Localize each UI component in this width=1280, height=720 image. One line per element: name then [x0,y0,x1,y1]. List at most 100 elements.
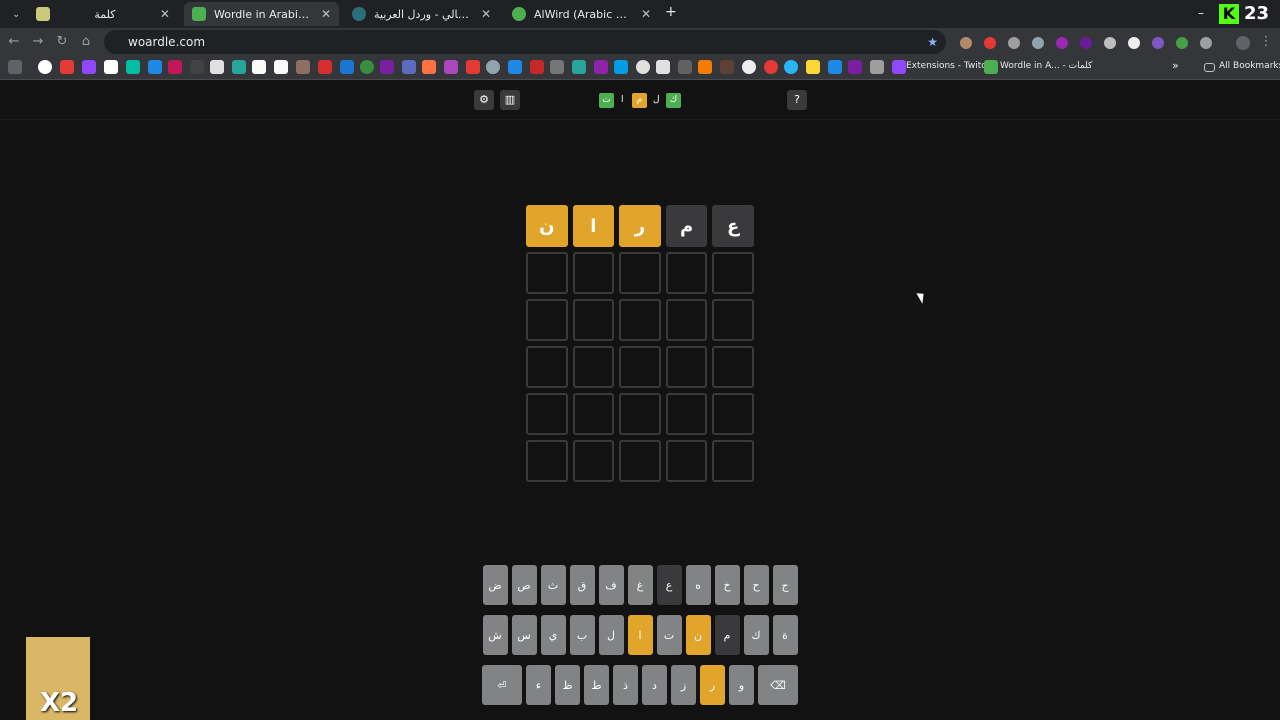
key-button[interactable]: ء [526,665,551,705]
key-button[interactable]: ق [569,565,595,605]
bookmark-icon[interactable] [380,60,394,74]
bookmark-icon[interactable] [742,60,756,74]
key-button[interactable]: ي [540,615,566,655]
bookmark-icon[interactable] [698,60,712,74]
bookmark-icon[interactable] [572,60,586,74]
bookmark-icon[interactable] [168,60,182,74]
key-button[interactable]: س [511,615,537,655]
bookmark-icon[interactable] [486,60,500,74]
tab-search-button[interactable]: ⌄ [4,2,22,26]
bookmark-extensions-twitch[interactable]: Extensions - Twitch [906,61,992,71]
bookmark-icon[interactable] [530,60,544,74]
bookmark-icon[interactable] [870,60,884,74]
apps-grid-icon[interactable] [8,60,22,74]
key-button[interactable]: م [714,615,740,655]
key-button[interactable]: ح [743,565,769,605]
all-bookmarks-link[interactable]: All Bookmarks [1219,61,1280,71]
extension-icon[interactable] [1176,37,1188,49]
bookmark-icon[interactable] [126,60,140,74]
close-icon[interactable]: ✕ [321,7,331,21]
extension-icon[interactable] [960,37,972,49]
key-button[interactable]: ن [685,615,711,655]
close-icon[interactable]: ✕ [481,7,491,21]
key-button[interactable]: ز [671,665,696,705]
key-button[interactable]: ف [598,565,624,605]
extension-icon[interactable] [1056,37,1068,49]
minimize-button[interactable]: – [1198,6,1204,20]
bookmark-icon[interactable] [340,60,354,74]
bookmark-icon[interactable] [318,60,332,74]
bookmark-icon[interactable] [422,60,436,74]
key-button[interactable]: ج [772,565,798,605]
menu-kebab-icon[interactable]: ⋮ [1258,34,1274,50]
bookmark-icon[interactable] [508,60,522,74]
reload-icon[interactable]: ↻ [54,34,70,50]
bookmark-icon[interactable] [828,60,842,74]
bookmark-icon[interactable] [764,60,778,74]
key-button[interactable]: ذ [613,665,638,705]
key-button[interactable]: ط [584,665,609,705]
bookmark-icon[interactable] [402,60,416,74]
chevron-double-right-icon[interactable]: » [1172,59,1179,72]
extension-icon[interactable] [1128,37,1140,49]
bookmark-icon[interactable] [360,60,374,74]
bookmark-icon[interactable] [466,60,480,74]
bookmark-icon[interactable] [104,60,118,74]
bookmark-wordle-in-a[interactable]: Wordle in A... - كلمات [1000,61,1092,71]
bookmark-icon[interactable] [148,60,162,74]
key-button[interactable]: ص [511,565,537,605]
mute-icon[interactable] [1104,37,1116,49]
key-button[interactable]: خ [714,565,740,605]
tab-alwird[interactable]: AlWird (Arabic Wordle) - الورد ✕ [504,2,659,26]
key-button[interactable]: ل [598,615,624,655]
bookmark-icon[interactable] [656,60,670,74]
bookmark-icon[interactable] [636,60,650,74]
back-arrow-icon[interactable]: ← [6,34,22,50]
tab-kalima[interactable]: كلمة ✕ [28,2,178,26]
extension-icon[interactable] [1008,37,1020,49]
extension-icon[interactable] [1152,37,1164,49]
bookmark-icon[interactable] [252,60,266,74]
bookmark-icon[interactable] [444,60,458,74]
forward-arrow-icon[interactable]: → [30,34,46,50]
bookmark-icon[interactable] [720,60,734,74]
key-button[interactable]: د [642,665,667,705]
home-icon[interactable]: ⌂ [78,34,94,50]
bookmark-icon[interactable] [82,60,96,74]
key-button[interactable]: ت [656,615,682,655]
close-icon[interactable]: ✕ [160,7,170,21]
bookmark-icon[interactable] [190,60,204,74]
key-button[interactable]: ا [627,615,653,655]
bookmark-icon[interactable] [594,60,608,74]
key-button[interactable]: ش [482,615,508,655]
bookmark-icon[interactable] [210,60,224,74]
bookmark-icon[interactable] [614,60,628,74]
key-button[interactable]: ض [482,565,508,605]
bookmark-icon[interactable] [296,60,310,74]
puzzle-icon[interactable] [1200,37,1212,49]
key-button[interactable]: ر [700,665,725,705]
key-button[interactable]: ث [540,565,566,605]
help-button[interactable]: ? [787,90,807,110]
bookmark-icon[interactable] [678,60,692,74]
bookmark-icon[interactable] [38,60,52,74]
key-button[interactable]: ب [569,615,595,655]
tab-kalmaly[interactable]: كلمالي - وردل العربية - naly.com ✕ [344,2,499,26]
key-button[interactable]: غ [627,565,653,605]
close-icon[interactable]: ✕ [641,7,651,21]
key-button[interactable]: ظ [555,665,580,705]
tab-wordle-arabic[interactable]: Wordle in Arabic - كلمات ✕ [184,2,339,26]
key-button[interactable]: ك [743,615,769,655]
bar-chart-icon[interactable]: ▥ [500,90,520,110]
backspace-key-button[interactable]: ⌫ [758,665,798,705]
extension-icon[interactable] [1080,37,1092,49]
shield-icon[interactable] [1032,37,1044,49]
key-button[interactable]: ع [656,565,682,605]
bookmark-icon[interactable] [784,60,798,74]
new-tab-button[interactable]: + [665,4,677,20]
bookmark-icon[interactable] [550,60,564,74]
bookmark-icon[interactable] [60,60,74,74]
key-button[interactable]: و [729,665,754,705]
bookmark-star-icon[interactable]: ★ [927,35,938,49]
bookmark-icon[interactable] [274,60,288,74]
